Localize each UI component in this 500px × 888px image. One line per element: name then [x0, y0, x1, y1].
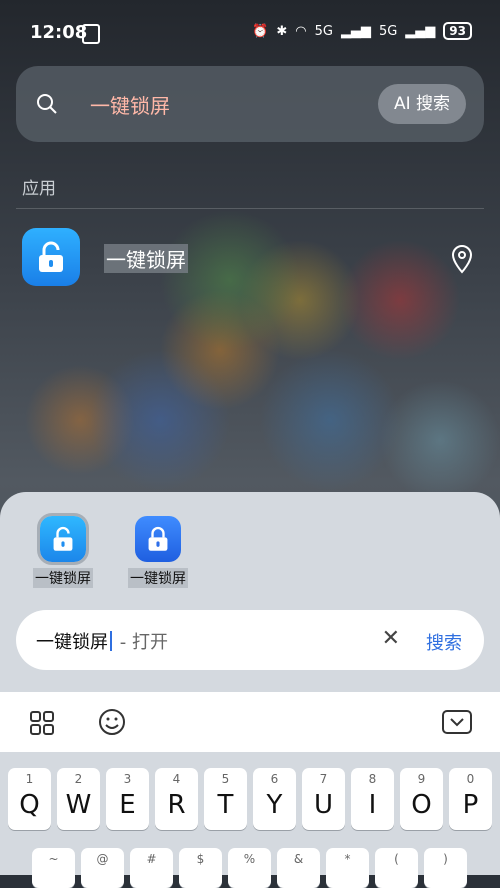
key-a[interactable]: ~ [32, 848, 75, 888]
keyboard-row-1: 1Q 2W 3E 4R 5T 6Y 7U 8I 9O 0P [8, 768, 492, 830]
status-icons: ⏰ ✱ ◠ 5G ▂▄▆ 5G ▂▄▆ 93 [252, 22, 472, 40]
key-letter: T [217, 790, 234, 820]
key-r[interactable]: 4R [155, 768, 198, 830]
key-d[interactable]: # [130, 848, 173, 888]
status-bar: 12:08 ⏰ ✱ ◠ 5G ▂▄▆ 5G ▂▄▆ 93 [0, 0, 500, 66]
key-h[interactable]: & [277, 848, 320, 888]
key-t[interactable]: 5T [204, 768, 247, 830]
input-sheet: 一键锁屏 一键锁屏 一键锁屏 - 打开 ✕ 搜索 1Q 2W 3 E 4 R 5… [0, 492, 500, 888]
lock-app-icon[interactable] [37, 513, 89, 565]
key-j[interactable]: * [326, 848, 369, 888]
lock-app-icon[interactable] [135, 516, 181, 562]
key-symbol: # [146, 852, 157, 866]
section-label-apps: 应用 [22, 179, 56, 199]
key-number: 1 [25, 772, 34, 786]
grid-menu-icon[interactable] [30, 711, 54, 739]
key-s[interactable]: @ [81, 848, 124, 888]
key-symbol: @ [96, 852, 109, 866]
key-letter: Q [19, 790, 40, 820]
key-p[interactable]: 0P [449, 768, 492, 830]
key-number: 9 [417, 772, 426, 786]
key-number: 8 [368, 772, 377, 786]
key-number: 5 [221, 772, 230, 786]
suggestion-item[interactable]: 一键锁屏 [113, 516, 203, 588]
key-number: 7 [319, 772, 328, 786]
suggestion-item[interactable]: 一键锁屏 [18, 513, 108, 588]
key-symbol: ) [443, 852, 448, 866]
key-symbol: * [344, 852, 351, 866]
key-q[interactable]: 1Q [8, 768, 51, 830]
text-input-bar[interactable]: 一键锁屏 - 打开 ✕ 搜索 [16, 610, 484, 670]
key-o[interactable]: 9O [400, 768, 443, 830]
key-number: 3 [123, 772, 132, 786]
key-symbol: ~ [48, 852, 59, 866]
search-button[interactable]: 搜索 [426, 629, 462, 655]
key-letter: Y [266, 790, 283, 820]
signal-icon: ▂▄▆ [340, 23, 371, 39]
emoji-icon[interactable] [98, 708, 126, 740]
key-letter: O [411, 790, 432, 820]
key-number: 6 [270, 772, 279, 786]
ai-search-button[interactable]: AI 搜索 [377, 84, 466, 124]
text-cursor [110, 631, 112, 651]
key-l[interactable]: ) [424, 848, 467, 888]
search-query[interactable]: 一键锁屏 [90, 90, 170, 119]
key-g[interactable]: % [228, 848, 271, 888]
suggestion-label: 一键锁屏 [128, 568, 188, 588]
key-letter: U [313, 790, 334, 820]
key-symbol: % [243, 852, 256, 866]
keyboard-row-2: ~ @ # $ % & * ( ) [32, 848, 467, 888]
signal-5g-icon: 5G [314, 23, 333, 39]
input-field[interactable]: 一键锁屏 - 打开 [36, 628, 168, 654]
location-pin-icon[interactable] [450, 244, 474, 278]
key-letter: P [462, 790, 479, 820]
search-bar[interactable]: 一键锁屏 AI 搜索 [16, 66, 484, 142]
key-u[interactable]: 7U [302, 768, 345, 830]
nfc-icon [82, 24, 100, 44]
search-icon [36, 93, 58, 120]
lock-app-icon[interactable] [22, 228, 80, 286]
app-result-row[interactable]: 一键锁屏 [22, 228, 482, 288]
key-letter: W [65, 790, 92, 820]
signal-5g-icon-2: 5G [378, 23, 398, 39]
keyboard: 1Q 2W 3E 4R 5T 6Y 7U 8I 9O 0P ~ @ # $ % … [0, 752, 500, 888]
suggestion-label: 一键锁屏 [33, 568, 93, 588]
key-k[interactable]: ( [375, 848, 418, 888]
key-letter: E [119, 790, 136, 820]
key-w[interactable]: 2W [57, 768, 100, 830]
alarm-icon: ⏰ [252, 23, 269, 39]
key-y[interactable]: 6Y [253, 768, 296, 830]
key-number: 4 [172, 772, 181, 786]
key-number: 2 [74, 772, 83, 786]
status-time: 12:08 [30, 22, 88, 43]
keyboard-toolbar [0, 692, 500, 752]
key-i[interactable]: 8I [351, 768, 394, 830]
app-name[interactable]: 一键锁屏 [104, 244, 188, 273]
input-hint: - 打开 [114, 632, 168, 653]
signal-icon-2: ▂▄▆ [405, 23, 436, 39]
battery-icon: 93 [443, 22, 472, 40]
key-symbol: $ [196, 852, 205, 866]
wifi-icon: ◠ [295, 23, 307, 39]
key-number: 0 [466, 772, 475, 786]
key-symbol: & [293, 852, 304, 866]
bluetooth-icon: ✱ [276, 23, 288, 39]
key-e[interactable]: 3E [106, 768, 149, 830]
key-symbol: ( [394, 852, 399, 866]
section-divider [16, 208, 484, 209]
key-f[interactable]: $ [179, 848, 222, 888]
clear-icon[interactable]: ✕ [382, 626, 400, 651]
input-value: 一键锁屏 [36, 632, 108, 653]
hide-keyboard-icon[interactable] [442, 710, 472, 738]
key-letter: R [167, 790, 186, 820]
key-letter: I [368, 790, 377, 820]
